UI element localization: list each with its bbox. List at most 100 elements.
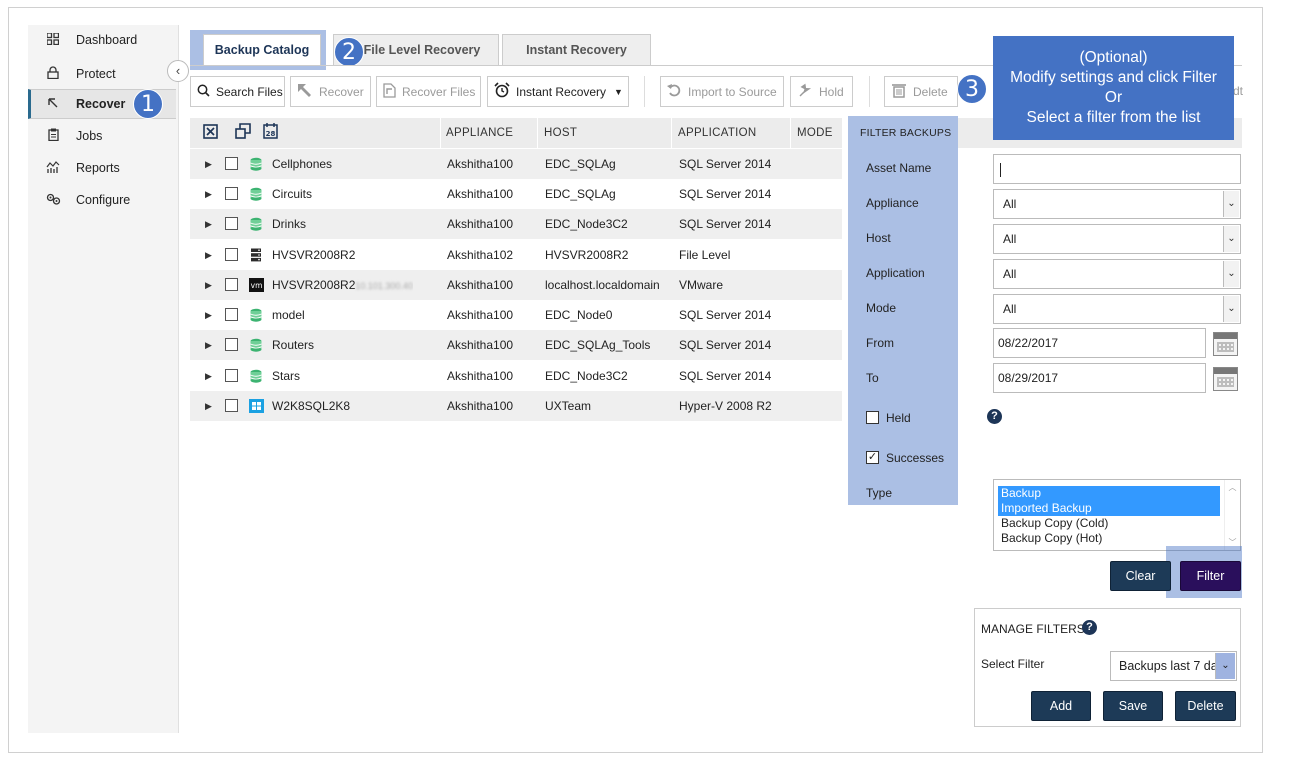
tab-instant-recovery[interactable]: Instant Recovery: [502, 34, 651, 65]
expand-triangle-icon[interactable]: ▶: [205, 391, 212, 421]
sidebar-item-dashboard[interactable]: Dashboard: [28, 25, 176, 55]
sidebar-item-configure[interactable]: Configure: [28, 185, 176, 215]
type-option[interactable]: Backup Copy (Hot): [998, 531, 1220, 546]
row-checkbox[interactable]: [225, 217, 238, 230]
calendar-icon[interactable]: 28: [263, 122, 278, 142]
table-row[interactable]: ▶ Drinks Akshitha100 EDC_Node3C2 SQL Ser…: [190, 209, 842, 239]
calendar-icon[interactable]: [1213, 367, 1238, 391]
toolbar-separator: [644, 76, 645, 107]
table-row[interactable]: ▶ HVSVR2008R2 Akshitha102 HVSVR2008R2 Fi…: [190, 240, 842, 270]
column-header-mode[interactable]: MODE: [797, 118, 833, 148]
search-files-label: Search Files: [216, 84, 283, 99]
type-option[interactable]: Backup: [998, 486, 1220, 501]
application-cell: SQL Server 2014: [679, 338, 772, 352]
server-icon: [249, 248, 263, 262]
caret-down-icon: ▼: [614, 86, 623, 97]
row-checkbox[interactable]: [225, 157, 238, 170]
table-row[interactable]: ▶ Cellphones Akshitha100 EDC_SQLAg SQL S…: [190, 149, 842, 179]
svg-text:vm: vm: [251, 281, 263, 290]
expand-triangle-icon[interactable]: ▶: [205, 330, 212, 360]
expand-triangle-icon[interactable]: ▶: [205, 209, 212, 239]
help-icon[interactable]: ?: [987, 409, 1002, 424]
type-option[interactable]: Imported Backup: [998, 501, 1220, 516]
table-row[interactable]: ▶ Routers Akshitha100 EDC_SQLAg_Tools SQ…: [190, 330, 842, 360]
held-checkbox[interactable]: [866, 411, 879, 424]
row-checkbox[interactable]: [225, 338, 238, 351]
row-checkbox[interactable]: [225, 369, 238, 382]
expand-triangle-icon[interactable]: ▶: [205, 300, 212, 330]
sidebar-item-jobs[interactable]: Jobs: [28, 121, 176, 151]
hold-button[interactable]: Hold: [790, 76, 853, 107]
row-checkbox[interactable]: [225, 399, 238, 412]
expand-triangle-icon[interactable]: ▶: [205, 361, 212, 391]
appliance-select[interactable]: All ⌄: [993, 189, 1241, 219]
application-cell: SQL Server 2014: [679, 157, 772, 171]
table-row[interactable]: ▶ W2K8SQL2K8 Akshitha100 UXTeam Hyper-V …: [190, 391, 842, 421]
undo-icon: [667, 83, 682, 100]
row-checkbox[interactable]: [225, 308, 238, 321]
expand-collapse-icon[interactable]: [235, 123, 251, 142]
calendar-icon[interactable]: [1213, 332, 1238, 356]
sidebar-item-protect[interactable]: Protect: [28, 59, 176, 89]
tooltip-line: Modify settings and click Filter: [1010, 69, 1217, 86]
mode-select[interactable]: All ⌄: [993, 294, 1241, 324]
database-icon: [249, 308, 263, 322]
delete-button[interactable]: Delete: [884, 76, 958, 107]
search-files-button[interactable]: Search Files: [190, 76, 285, 107]
expand-triangle-icon[interactable]: ▶: [205, 179, 212, 209]
row-checkbox[interactable]: [225, 187, 238, 200]
delete-filter-button[interactable]: Delete: [1175, 691, 1236, 721]
application-cell: SQL Server 2014: [679, 369, 772, 383]
redacted-ip: 10.101.300.40: [355, 281, 413, 291]
application-select[interactable]: All ⌄: [993, 259, 1241, 289]
recover-button[interactable]: Recover: [290, 76, 371, 107]
saved-filter-select[interactable]: Backups last 7 days ⌄: [1110, 651, 1237, 681]
alarm-clock-icon: [494, 82, 510, 101]
to-date-input[interactable]: 08/29/2017: [993, 363, 1206, 393]
cursor-icon: [46, 97, 60, 112]
host-cell: UXTeam: [545, 399, 592, 413]
chevron-up-icon[interactable]: ︿: [1225, 482, 1240, 493]
chevron-down-icon[interactable]: ⌄: [1215, 653, 1235, 679]
expand-triangle-icon[interactable]: ▶: [205, 149, 212, 179]
clear-button[interactable]: Clear: [1110, 561, 1171, 591]
help-icon[interactable]: ?: [1082, 620, 1097, 635]
expand-triangle-icon[interactable]: ▶: [205, 270, 212, 300]
sidebar-item-reports[interactable]: Reports: [28, 153, 176, 183]
table-row[interactable]: ▶ Circuits Akshitha100 EDC_SQLAg SQL Ser…: [190, 179, 842, 209]
filter-button[interactable]: Filter: [1180, 561, 1241, 591]
tab-backup-catalog[interactable]: Backup Catalog: [203, 34, 321, 65]
asset-name: W2K8SQL2K8: [272, 399, 351, 413]
expand-triangle-icon[interactable]: ▶: [205, 240, 212, 270]
appliance-cell: Akshitha100: [447, 399, 514, 413]
row-checkbox[interactable]: [225, 248, 238, 261]
asset-name-input[interactable]: [993, 154, 1241, 184]
listbox-scrollbar[interactable]: ︿ ﹀: [1224, 480, 1240, 550]
collapse-sidebar-button[interactable]: ‹: [167, 60, 189, 82]
deselect-all-icon[interactable]: [203, 124, 218, 142]
appliance-cell: Akshitha100: [447, 187, 514, 201]
instant-recovery-dropdown[interactable]: Instant Recovery ▼: [487, 76, 629, 107]
table-row[interactable]: ▶ vm HVSVR2008R210.101.300.40 Akshitha10…: [190, 270, 842, 300]
dashboard-icon: [46, 31, 60, 48]
add-filter-button[interactable]: Add: [1031, 691, 1091, 721]
table-row[interactable]: ▶ Stars Akshitha100 EDC_Node3C2 SQL Serv…: [190, 361, 842, 391]
column-header-appliance[interactable]: APPLIANCE: [446, 118, 513, 148]
import-to-source-button[interactable]: Import to Source: [660, 76, 784, 107]
save-filter-button[interactable]: Save: [1103, 691, 1163, 721]
successes-checkbox[interactable]: ✓: [866, 451, 879, 464]
type-listbox[interactable]: Backup Imported Backup Backup Copy (Cold…: [993, 479, 1241, 551]
table-row[interactable]: ▶ model Akshitha100 EDC_Node0 SQL Server…: [190, 300, 842, 330]
type-option[interactable]: Backup Copy (Cold): [998, 516, 1220, 531]
database-icon: [249, 217, 263, 231]
host-cell: EDC_Node3C2: [545, 217, 628, 231]
row-checkbox[interactable]: [225, 278, 238, 291]
column-header-application[interactable]: APPLICATION: [678, 118, 757, 148]
recover-files-button[interactable]: Recover Files: [376, 76, 481, 107]
chevron-left-icon: ‹: [175, 63, 181, 78]
host-select[interactable]: All ⌄: [993, 224, 1241, 254]
column-header-host[interactable]: HOST: [544, 118, 577, 148]
asset-name: Routers: [272, 338, 315, 352]
import-to-source-label: Import to Source: [688, 84, 777, 99]
from-date-input[interactable]: 08/22/2017: [993, 328, 1206, 358]
